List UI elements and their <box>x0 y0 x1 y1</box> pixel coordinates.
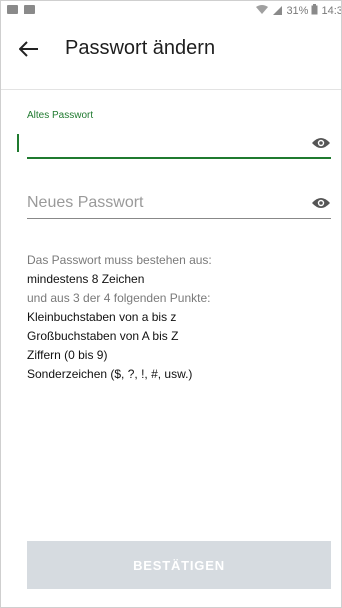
rules-subintro: und aus 3 der 4 folgenden Punkte: <box>27 291 211 305</box>
old-password-label: Altes Passwort <box>27 110 94 121</box>
rule-item: Ziffern (0 bis 9) <box>27 348 108 362</box>
clock: 14:33 <box>321 5 341 17</box>
old-password-field <box>27 129 331 159</box>
wifi-icon <box>255 4 269 18</box>
eye-icon[interactable] <box>311 135 331 151</box>
new-password-underline <box>27 218 331 219</box>
battery-percent: 31% <box>286 5 309 17</box>
new-password-field <box>27 189 331 219</box>
rules-min-length: mindestens 8 Zeichen <box>27 272 145 286</box>
rule-item: Sonderzeichen ($, ?, !, #, usw.) <box>27 367 193 381</box>
status-bar: 31% 14:33 <box>1 1 341 21</box>
text-cursor <box>17 134 19 152</box>
signal-icon <box>272 5 283 18</box>
page-title: Passwort ändern <box>65 37 216 59</box>
eye-icon[interactable] <box>311 195 331 211</box>
old-password-input[interactable] <box>27 129 297 157</box>
rule-item: Großbuchstaben von A bis Z <box>27 329 179 343</box>
new-password-input[interactable] <box>27 189 297 217</box>
screen: 31% 14:33 Passwort ändern Altes Passwort <box>0 0 342 608</box>
rules-intro: Das Passwort muss bestehen aus: <box>27 253 212 267</box>
back-button[interactable] <box>15 35 43 63</box>
battery-icon <box>311 4 318 18</box>
rule-item: Kleinbuchstaben von a bis z <box>27 310 177 324</box>
header-divider <box>1 89 341 90</box>
password-rules: Das Passwort muss bestehen aus: mindeste… <box>27 251 327 384</box>
image-notification-icon <box>7 5 18 14</box>
confirm-button[interactable]: BESTÄTIGEN <box>27 541 331 589</box>
app-bar: Passwort ändern <box>1 21 341 77</box>
message-notification-icon <box>24 5 35 14</box>
arrow-left-icon <box>19 41 38 57</box>
old-password-underline <box>27 157 331 159</box>
